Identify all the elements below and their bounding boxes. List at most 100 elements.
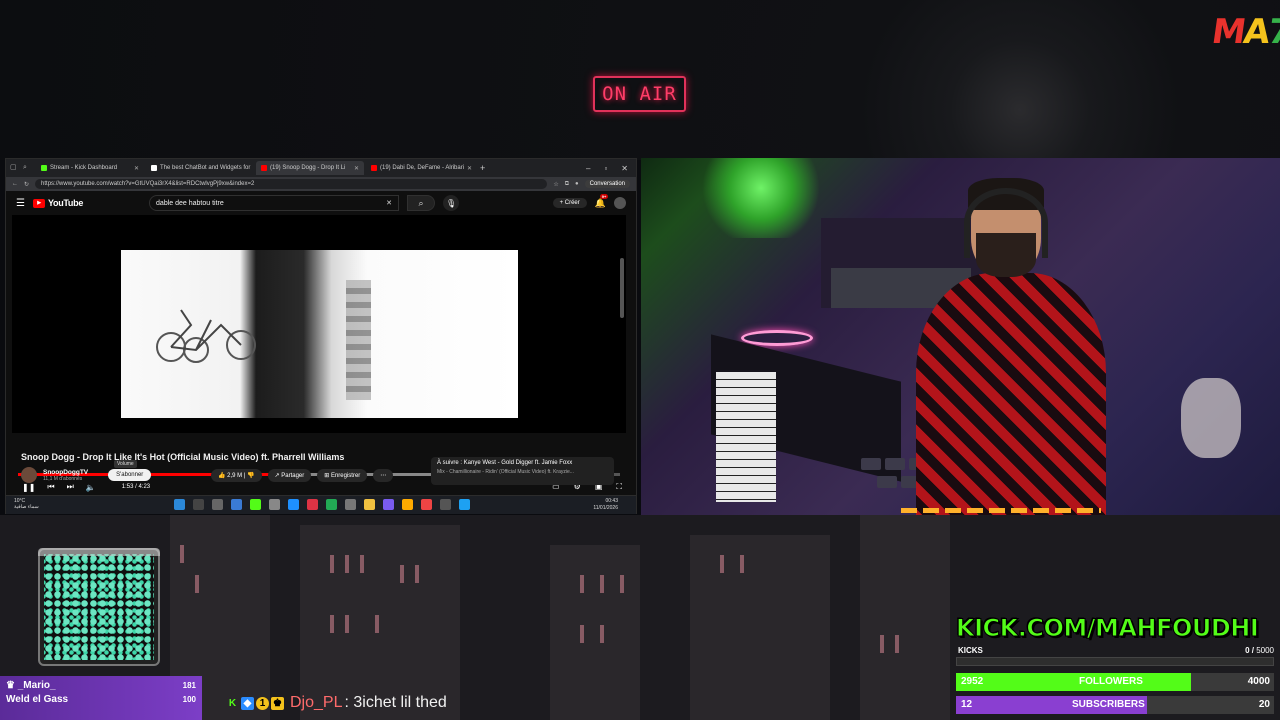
subscriber-count: 11,1 M d'abonnés [43,475,83,482]
reload-icon[interactable]: ↻ [24,181,29,188]
search-button[interactable]: ⌕ [407,195,436,211]
task-view-icon[interactable] [212,499,223,510]
kick-url-banner: KICK.COM/MAHFOUDHI [956,614,1260,643]
chat-message: K ◆ 1 ♚ Djo_PL : 3ichet lil thed [226,694,447,712]
close-tab-icon[interactable]: ✕ [354,165,359,172]
channel-avatar[interactable] [21,467,37,483]
webcam-feed [641,158,1280,515]
followers-goal: 2952 FOLLOWERS 4000 [956,673,1274,691]
file-explorer-icon[interactable] [364,499,375,510]
minimize-icon[interactable]: – [586,164,590,173]
supporter-name: Weld el Gass [6,694,69,705]
close-tab-icon[interactable]: ✕ [253,165,254,172]
new-tab-icon[interactable]: + [480,163,485,173]
kicks-label: KICKS [958,646,983,655]
gem-badge-icon: ◆ [241,696,254,710]
close-tab-icon[interactable]: ✕ [467,165,472,172]
search-icon: ⌕ [418,197,424,208]
app-icon[interactable] [402,499,413,510]
chat-username[interactable]: Djo_PL [290,694,342,712]
youtube-header: ☰ ▶ YouTube dable dee habtou titre ✕ ⌕ 🎙 +… [6,191,636,215]
video-title: Snoop Dogg - Drop It Like It's Hot (Offi… [21,452,345,462]
voice-search-icon[interactable]: 🎙 [443,195,460,211]
tab-kick-dashboard[interactable]: Stream - Kick Dashboard ✕ [36,161,144,175]
followers-goal-value: 4000 [1247,676,1270,687]
app-icon[interactable] [345,499,356,510]
subscribe-button[interactable]: S'abonner [108,469,152,481]
channel-logo: MA7 [1209,12,1280,52]
save-button[interactable]: ⊞ Enregistrer [317,469,368,482]
tab-snoop-dogg[interactable]: (19) Snoop Dogg - Drop It Li ✕ [256,161,364,175]
app-icon[interactable] [326,499,337,510]
fullscreen-icon[interactable]: ⛶ [616,482,622,492]
tip-jar-lid [38,548,160,556]
share-button[interactable]: ↗ Partager [267,469,312,482]
subscribers-goal: 12 SUBSCRIBERS 20 [956,696,1274,714]
youtube-play-icon: ▶ [32,198,45,208]
address-bar[interactable]: https://www.youtube.com/watch?v=GtUVQai3… [35,179,548,189]
store-icon[interactable] [288,499,299,510]
settings-icon[interactable] [440,499,451,510]
youtube-favicon [371,165,377,171]
taskbar-clock[interactable]: 00:43 11/01/2026 [593,498,618,512]
star-icon[interactable]: ☆ [553,181,558,188]
video-player[interactable]: Volume ❚❚ ⏮ ⏭ 🔈 1:53 / 4:23 ▭ ⚙ ▣ ⛶ [12,215,626,492]
notification-count: 9+ [599,193,609,199]
taskbar-apps [174,499,470,510]
notifications-icon[interactable]: 🔔 9+ [595,193,609,209]
headphones [964,188,1048,258]
volume-icon[interactable]: 🔈 [86,483,96,492]
kicks-bar [956,657,1274,666]
kick-badge-icon: K [228,697,237,709]
channel-name[interactable]: SnoopDoggTV [43,469,88,476]
previous-icon[interactable]: ⏮ [47,482,54,492]
pause-icon[interactable]: ❚❚ [22,483,35,492]
tip-jar [38,548,160,666]
tab-dabi-de[interactable]: (19) Dabi De, DeFame - Alribari ✕ [366,161,474,175]
discord-icon[interactable] [383,499,394,510]
scrollbar[interactable] [620,258,624,318]
extensions-icon[interactable]: ⧉ [565,181,569,188]
kick-app-icon[interactable] [250,499,261,510]
pixelated-figure [346,280,371,400]
close-tab-icon[interactable]: ✕ [134,165,139,172]
site-favicon [151,165,157,171]
clear-search-icon[interactable]: ✕ [386,199,392,207]
tab-bar: ▢ ⌕ Stream - Kick Dashboard ✕ The best Ch… [6,159,636,177]
app-icon[interactable] [307,499,318,510]
conversation-button[interactable]: Conversation [584,180,630,188]
youtube-logo[interactable]: ▶ YouTube [32,198,83,208]
youtube-favicon [261,165,267,171]
weather-widget[interactable]: 10°C سماء صافية [14,498,39,510]
back-icon[interactable]: ← [12,181,18,187]
tab-search-icon[interactable]: ⌕ [23,164,31,172]
account-avatar[interactable] [614,197,626,209]
chrome-icon[interactable] [421,499,432,510]
followers-label: FOLLOWERS [1079,676,1143,687]
subscribers-count: 12 [961,699,973,710]
start-icon[interactable] [174,499,185,510]
video-frame [121,250,518,418]
next-icon[interactable]: ⏭ [67,482,74,492]
chat-text: : 3ichet lil thed [344,694,447,711]
close-window-icon[interactable]: ✕ [621,164,628,173]
search-input[interactable]: dable dee habtou titre ✕ [149,195,400,211]
tab-actions-icon[interactable]: ▢ [10,164,18,172]
create-button[interactable]: + Créer [552,198,587,208]
tab-chatbot[interactable]: The best ChatBot and Widgets for✕ [146,161,254,175]
more-actions-icon[interactable]: ⋯ [373,469,394,482]
search-icon[interactable] [193,499,204,510]
edge-icon[interactable] [459,499,470,510]
profile-icon[interactable]: ● [575,181,579,187]
like-button[interactable]: 👍 2,9 M | 👎 [211,469,262,482]
obs-icon[interactable] [269,499,280,510]
subscribers-goal-value: 20 [1258,699,1270,710]
sub-badge-icon: 1 [256,696,269,710]
maximize-icon[interactable]: ▫ [604,164,607,173]
up-next-card[interactable]: À suivre : Kanye West - Gold Digger ft. … [431,457,614,485]
menu-icon[interactable]: ☰ [16,198,25,209]
followers-fill [956,673,1191,691]
on-air-sign: ON AIR [593,76,686,112]
windows-taskbar: 10°C سماء صافية 00:43 11/01/2026 [6,495,636,514]
widgets-icon[interactable] [231,499,242,510]
